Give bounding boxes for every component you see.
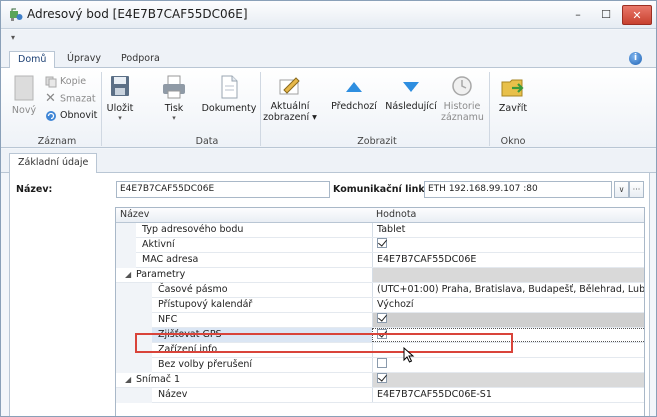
help-icon[interactable]: i [629,52,642,65]
documents-icon [221,75,238,99]
dokumenty-button[interactable]: Dokumenty [201,74,257,114]
close-window-button[interactable]: ✕ [622,5,652,25]
history-clock-icon [452,76,472,96]
tab-podpora[interactable]: Podpora [113,51,168,69]
table-row[interactable]: Časové pásmo (UTC+01:00) Praha, Bratisla… [116,283,644,298]
new-document-icon [14,75,34,101]
link-dropdown-button[interactable]: ∨ [614,181,629,198]
exit-folder-icon [501,79,524,97]
chevron-down-icon: ▾ [172,114,176,122]
ribbon-tabs: Domů Úpravy Podpora i [1,48,656,69]
quick-access-toolbar: ▾ [1,30,656,48]
ribbon: Nový Kopie ✕ Smazat Obnovit Záznam Uložit… [1,68,656,148]
maximize-button[interactable]: ☐ [593,5,619,25]
minimize-button[interactable]: – [565,5,591,25]
table-row[interactable]: Název E4E7B7CAF55DC06E-S1 [116,388,644,403]
property-grid: Název Hodnota Typ adresového bodu Tablet… [115,207,645,416]
collapse-triangle-icon[interactable]: ◢ [125,375,131,384]
name-input[interactable]: E4E7B7CAF55DC06E [116,181,330,198]
table-row[interactable]: Zařízení info [116,343,644,358]
tisk-button[interactable]: Tisk ▾ [161,74,187,122]
copy-icon [45,76,57,87]
table-row[interactable]: NFC [116,313,644,328]
link-input[interactable]: ETH 192.168.99.107 :80 [424,181,612,198]
content-tabs: Základní údaje [1,149,656,174]
col-header-name: Název [120,209,150,220]
header-fields: Název: E4E7B7CAF55DC06E Komunikační link… [10,179,649,201]
window-title: Adresový bod [E4E7B7CAF55DC06E] [27,7,248,21]
app-icon [10,8,23,21]
table-row[interactable]: MAC adresa E4E7B7CAF55DC06E [116,253,644,268]
table-row-category[interactable]: ◢ Snímač 1 [116,373,644,388]
historie-zaznamu-button[interactable]: Historie záznamu [441,74,484,123]
group-label-zobrazit: Zobrazit [357,136,397,147]
collapse-triangle-icon[interactable]: ◢ [125,270,131,279]
name-label: Název: [16,184,53,195]
tab-upravy[interactable]: Úpravy [59,51,109,69]
ulozit-button[interactable]: Uložit ▾ [105,74,135,122]
snimac-checkbox[interactable] [377,373,387,383]
link-label: Komunikační linka: [333,184,435,195]
table-row[interactable]: Typ adresového bodu Tablet [116,223,644,238]
zavrit-button[interactable]: Zavřít [495,74,531,114]
qat-dropdown-icon[interactable]: ▾ [11,33,15,42]
group-separator [101,72,102,146]
bez-volby-checkbox[interactable] [377,358,387,368]
delete-x-icon: ✕ [45,91,56,106]
nfc-checkbox[interactable] [377,313,387,323]
nasledujici-button[interactable]: Následující [383,74,439,112]
chevron-down-icon: ∨ [618,185,625,194]
table-row-category[interactable]: ◢ Parametry [116,268,644,283]
printer-icon [163,75,185,99]
table-row[interactable]: Aktivní [116,238,644,253]
smazat-button[interactable]: ✕ Smazat [45,91,96,107]
group-separator [489,72,490,146]
arrow-down-icon [403,82,419,92]
predchozi-button[interactable]: Předchozí [331,74,377,112]
form-panel: Název: E4E7B7CAF55DC06E Komunikační link… [9,173,650,416]
save-disk-icon [111,76,129,96]
chevron-down-icon: ▾ [118,114,122,122]
obnovit-button[interactable]: Obnovit [45,108,97,124]
table-row[interactable]: Bez volby přerušení [116,358,644,373]
aktivni-checkbox[interactable] [377,238,387,248]
tab-domu[interactable]: Domů [9,51,56,69]
edit-view-icon [279,77,300,95]
col-header-value: Hodnota [376,209,417,220]
novy-button[interactable]: Nový [7,74,41,116]
arrow-up-icon [346,82,362,92]
title-bar: Adresový bod [E4E7B7CAF55DC06E] – ☐ ✕ [1,1,656,29]
tab-zakladni-udaje[interactable]: Základní údaje [9,153,98,174]
table-row[interactable]: Přístupový kalendář Výchozí [116,298,644,313]
kopie-button[interactable]: Kopie [45,74,86,90]
refresh-icon [46,110,56,121]
app-window: Adresový bod [E4E7B7CAF55DC06E] – ☐ ✕ ▾ … [0,0,657,417]
grid-header: Název Hodnota [116,208,644,223]
ellipsis-icon: ··· [632,185,641,194]
mouse-cursor-icon [403,347,415,363]
group-label-data: Data [195,136,219,147]
group-label-okno: Okno [500,136,526,147]
gps-checkbox[interactable] [377,329,387,339]
group-label-zaznam: Záznam [37,136,77,147]
link-browse-button[interactable]: ··· [629,181,644,198]
table-row-selected[interactable]: Zjišťovat GPS [116,328,644,343]
group-separator [260,72,261,146]
aktualni-zobrazeni-button[interactable]: Aktuální zobrazení ▾ [263,74,317,123]
